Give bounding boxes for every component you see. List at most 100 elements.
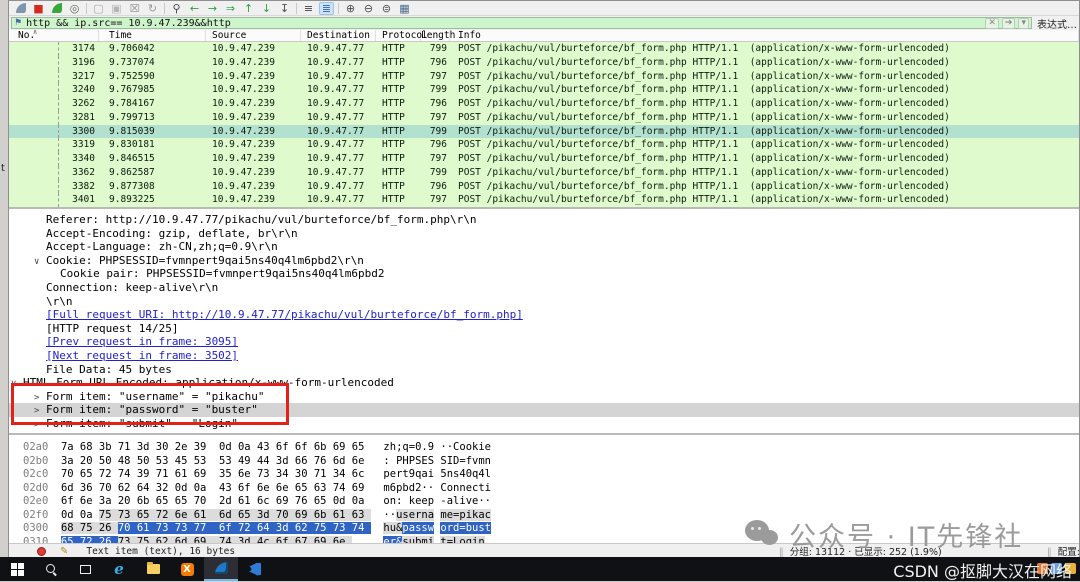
expander-icon[interactable]: ∨ (34, 256, 46, 270)
detail-line[interactable]: Accept-Language: zh-CN,zh;q=0.9\r\n (9, 240, 1079, 254)
detail-line[interactable]: >Form item: "password" = "buster" (9, 403, 1079, 417)
column-destination[interactable]: Destination (301, 30, 376, 41)
detail-text[interactable]: [Prev request in frame: 3095] (46, 335, 238, 348)
go-back-icon[interactable]: ← (187, 2, 202, 15)
zoom-in-icon[interactable]: ⊕ (343, 2, 358, 15)
taskbar-wireshark-button[interactable] (204, 557, 238, 581)
detail-line[interactable]: [Prev request in frame: 3095] (9, 335, 1079, 349)
capture-comment-icon[interactable]: ✎ (60, 546, 68, 557)
detail-text[interactable]: [Next request in frame: 3502] (46, 349, 238, 362)
hex-row[interactable]: 02b0 3a 20 50 48 50 53 45 53 53 49 44 3d… (23, 455, 1079, 469)
detail-line[interactable]: [Next request in frame: 3502] (9, 349, 1079, 363)
detail-line[interactable]: File Data: 45 bytes (9, 363, 1079, 377)
filter-bookmark-icon[interactable]: ⚑ (14, 18, 22, 28)
windows-taskbar: e X (0, 557, 1080, 581)
packet-row[interactable]: 33409.84651510.9.47.23910.9.47.77HTTP797… (9, 152, 1079, 166)
internet-explorer-icon: e (114, 562, 124, 577)
go-bottom-icon[interactable]: ↓ (259, 2, 274, 15)
detail-line[interactable]: >Form item: "submit" = "Login" (9, 417, 1079, 431)
go-to-packet-icon[interactable]: ⇒ (223, 2, 238, 15)
column-protocol[interactable]: Protocol (376, 30, 421, 41)
column-info[interactable]: Info (450, 30, 1079, 41)
zoom-reset-icon[interactable]: ⊜ (379, 2, 394, 15)
filter-clear-icon[interactable]: ✕ (985, 18, 999, 29)
hex-dump-pane[interactable]: 02a0 7a 68 3b 71 3d 30 2e 39 0d 0a 43 6f… (9, 433, 1079, 543)
column-no[interactable]: ∧No. (9, 30, 99, 41)
taskbar-search-button[interactable] (34, 557, 68, 581)
detail-line[interactable]: Connection: keep-alive\r\n (9, 281, 1079, 295)
go-top-icon[interactable]: ↑ (241, 2, 256, 15)
start-button[interactable] (0, 557, 34, 581)
sort-indicator-icon: ∧ (33, 30, 37, 38)
taskbar-explorer-button[interactable] (136, 557, 170, 581)
hex-offset: 02b0 (23, 455, 61, 467)
packet-row[interactable]: 32409.76798510.9.47.23910.9.47.77HTTP799… (9, 83, 1079, 97)
packet-row[interactable]: 33629.86258710.9.47.23910.9.47.77HTTP799… (9, 166, 1079, 180)
expert-info-icon[interactable] (37, 547, 46, 556)
packet-row[interactable]: 31749.70604210.9.47.23910.9.47.77HTTP799… (9, 42, 1079, 56)
expander-icon[interactable]: > (34, 419, 46, 433)
autoscroll-icon[interactable]: ≣ (319, 2, 334, 15)
filter-dropdown-icon[interactable]: ▾ (1018, 18, 1029, 29)
hex-row[interactable]: 02c0 70 65 72 74 39 71 61 69 35 6e 73 34… (23, 468, 1079, 482)
detail-line[interactable]: Referer: http://10.9.47.77/pikachu/vul/b… (9, 213, 1079, 227)
detail-text: Form item: "username" = "pikachu" (46, 390, 265, 403)
restart-capture-icon[interactable] (49, 2, 64, 15)
task-view-button[interactable] (68, 557, 102, 581)
expander-icon[interactable]: ∨ (11, 378, 23, 392)
detail-line[interactable]: ∨Cookie: PHPSESSID=fvmnpert9qai5ns40q4lm… (9, 254, 1079, 268)
display-filter-input[interactable] (26, 18, 982, 29)
hex-row[interactable]: 02e0 6f 6e 3a 20 6b 65 65 70 2d 61 6c 69… (23, 495, 1079, 509)
detail-line[interactable]: [HTTP request 14/25] (9, 322, 1079, 336)
zoom-out-icon[interactable]: ⊖ (361, 2, 376, 15)
system-tray[interactable] (1037, 563, 1076, 574)
taskbar-ie-button[interactable]: e (102, 557, 136, 581)
packet-row[interactable]: 31969.73707410.9.47.23910.9.47.77HTTP796… (9, 56, 1079, 70)
column-length[interactable]: Length (421, 30, 450, 41)
go-forward-icon[interactable]: → (205, 2, 220, 15)
detail-line[interactable]: >Form item: "username" = "pikachu" (9, 390, 1079, 404)
column-source[interactable]: Source (206, 30, 301, 41)
taskbar-xampp-button[interactable]: X (170, 557, 204, 581)
profile-status[interactable]: ‖配置: (1041, 544, 1079, 558)
resize-columns-icon[interactable]: ▦ (397, 2, 412, 15)
tray-icon-3[interactable] (1065, 563, 1076, 574)
go-last-icon[interactable]: ↧ (277, 2, 292, 15)
packet-row[interactable]: 32629.78416710.9.47.23910.9.47.77HTTP796… (9, 97, 1079, 111)
filter-apply-icon[interactable]: ➔ (1002, 18, 1016, 29)
save-file-icon[interactable]: ▣ (109, 2, 124, 15)
taskbar-vscode-button[interactable] (238, 557, 272, 581)
colorize-icon[interactable]: ≡ (301, 2, 316, 15)
tray-icon-2[interactable] (1051, 563, 1062, 574)
hex-row[interactable]: 02f0 0d 0a 75 73 65 72 6e 61 6d 65 3d 70… (23, 509, 1079, 523)
close-file-icon[interactable]: ☒ (127, 2, 142, 15)
detail-line[interactable]: Accept-Encoding: gzip, deflate, br\r\n (9, 227, 1079, 241)
hex-row[interactable]: 02a0 7a 68 3b 71 3d 30 2e 39 0d 0a 43 6f… (23, 441, 1079, 455)
display-filter-field[interactable]: ⚑ ✕ ➔ ▾ (11, 17, 1032, 29)
capture-options-icon[interactable]: ◎ (67, 2, 82, 15)
detail-line[interactable]: \r\n (9, 295, 1079, 309)
detail-text[interactable]: [Full request URI: http://10.9.47.77/pik… (46, 308, 523, 321)
detail-line[interactable]: ∨HTML Form URL Encoded: application/x-ww… (9, 376, 1079, 390)
detail-line[interactable]: [Full request URI: http://10.9.47.77/pik… (9, 308, 1079, 322)
packet-row[interactable]: 32819.79971310.9.47.23910.9.47.77HTTP797… (9, 111, 1079, 125)
packet-row[interactable]: 34019.89322510.9.47.23910.9.47.77HTTP797… (9, 193, 1079, 207)
find-packet-icon[interactable]: ⚲ (169, 2, 184, 15)
reload-file-icon[interactable]: ↻ (145, 2, 160, 15)
expression-button[interactable]: 表达式… (1037, 16, 1077, 31)
hex-row[interactable]: 0310 65 72 26 73 75 62 6d 69 74 3d 4c 6f… (23, 536, 1079, 544)
desktop-stray-text: t (1, 163, 5, 174)
column-time[interactable]: Time (99, 30, 206, 41)
packet-row[interactable]: 32179.75259010.9.47.23910.9.47.77HTTP797… (9, 70, 1079, 84)
packet-row[interactable]: 33199.83018110.9.47.23910.9.47.77HTTP796… (9, 138, 1079, 152)
open-file-icon[interactable]: ▢ (91, 2, 106, 15)
packet-row[interactable]: 33009.81503910.9.47.23910.9.47.77HTTP799… (9, 125, 1079, 139)
tray-icon-1[interactable] (1037, 563, 1048, 574)
detail-line[interactable]: Cookie pair: PHPSESSID=fvmnpert9qai5ns40… (9, 267, 1079, 281)
hex-row[interactable]: 0300 68 75 26 70 61 73 73 77 6f 72 64 3d… (23, 522, 1079, 536)
packet-row[interactable]: 33829.87730810.9.47.23910.9.47.77HTTP796… (9, 180, 1079, 194)
hex-offset: 02e0 (23, 495, 61, 507)
hex-row[interactable]: 02d0 6d 36 70 62 64 32 0d 0a 43 6f 6e 6e… (23, 482, 1079, 496)
start-capture-icon[interactable] (13, 2, 28, 15)
stop-capture-icon[interactable]: ■ (31, 2, 46, 15)
